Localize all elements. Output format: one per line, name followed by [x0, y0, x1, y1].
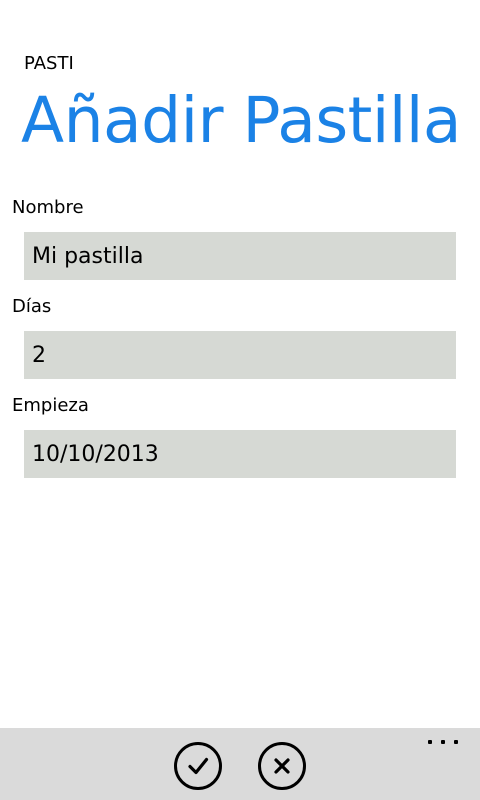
add-pill-screen: PASTI Añadir Pastilla Nombre Días Empiez…	[0, 0, 480, 800]
nombre-input[interactable]	[24, 232, 456, 280]
page-title: Añadir Pastilla	[21, 84, 461, 157]
app-bar	[0, 728, 480, 800]
cancel-button[interactable]	[258, 742, 306, 790]
ellipsis-icon-dot	[454, 740, 458, 744]
ellipsis-icon-dot	[441, 740, 445, 744]
check-icon	[186, 754, 210, 778]
dias-input[interactable]	[24, 331, 456, 379]
app-title: PASTI	[24, 53, 74, 74]
save-button[interactable]	[174, 742, 222, 790]
ellipsis-icon	[428, 740, 432, 744]
more-options-button[interactable]	[428, 732, 458, 752]
nombre-label: Nombre	[12, 197, 84, 218]
empieza-date-input[interactable]	[24, 430, 456, 478]
empieza-label: Empieza	[12, 395, 89, 416]
dias-label: Días	[12, 296, 52, 317]
close-icon	[271, 755, 293, 777]
